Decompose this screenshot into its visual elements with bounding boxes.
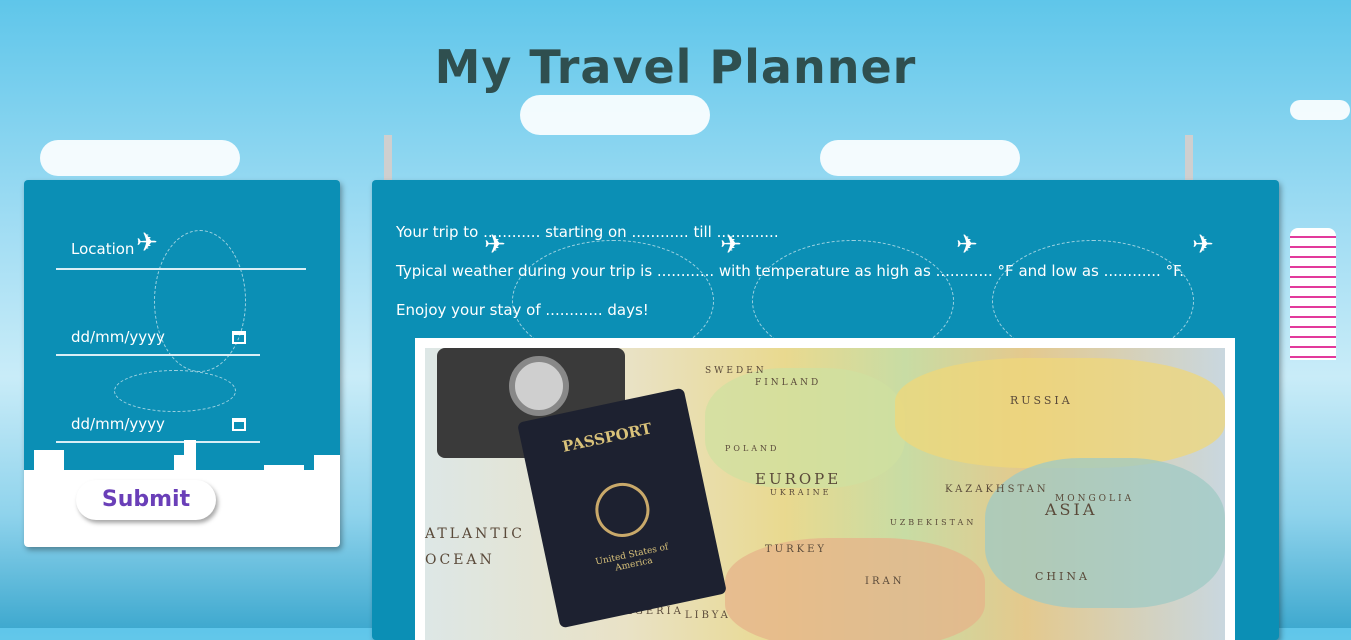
eiffel-tower-icon [1185, 135, 1193, 181]
map-label: LIBYA [685, 610, 731, 621]
start-date-placeholder: dd/mm/yyyy [71, 328, 165, 346]
passport-title: PASSPORT [560, 419, 654, 456]
location-placeholder: Location [71, 240, 135, 258]
calendar-icon[interactable] [232, 417, 246, 431]
map-label: UZBEKISTAN [890, 518, 977, 527]
map-label: SWEDEN [705, 366, 767, 376]
weather-summary-line: Typical weather during your trip is ....… [396, 262, 1185, 280]
map-label: CHINA [1035, 570, 1090, 583]
world-map-image: FINLAND SWEDEN EUROPE RUSSIA KAZAKHSTAN … [425, 348, 1225, 640]
map-label: EUROPE [755, 470, 842, 488]
location-input[interactable]: Location [56, 238, 306, 270]
map-label: IRAN [865, 576, 905, 587]
map-label: FINLAND [755, 378, 822, 388]
stay-summary-line: Enojoy your stay of ............ days! [396, 301, 649, 319]
end-date-placeholder: dd/mm/yyyy [71, 415, 165, 433]
passport-image: PASSPORT United States of America [517, 387, 727, 629]
submit-button[interactable]: Submit [76, 480, 216, 520]
map-label: ATLANTIC [425, 526, 525, 542]
map-label: POLAND [725, 444, 780, 453]
camera-lens [509, 356, 569, 416]
trip-summary-line: Your trip to ............ starting on ..… [396, 223, 779, 241]
trip-summary-panel: ✈ ✈ ✈ ✈ Your trip to ............ starti… [372, 180, 1279, 640]
trip-form-panel: ✈ Location dd/mm/yyyy dd/mm/yyyy Submit [24, 180, 340, 547]
end-date-input[interactable]: dd/mm/yyyy [56, 407, 260, 443]
map-label: UKRAINE [770, 488, 832, 497]
map-label: OCEAN [425, 552, 495, 568]
map-label: TURKEY [765, 544, 827, 555]
eagle-seal-icon [590, 477, 655, 542]
cloud [1290, 100, 1350, 120]
cloud [520, 95, 710, 135]
map-label: MONGOLIA [1055, 494, 1135, 504]
start-date-input[interactable]: dd/mm/yyyy [56, 320, 260, 356]
airplane-icon: ✈ [956, 230, 978, 260]
map-label: KAZAKHSTAN [945, 484, 1049, 495]
cloud [40, 140, 240, 176]
flight-path [114, 370, 236, 412]
calendar-icon[interactable] [232, 330, 246, 344]
airplane-icon: ✈ [1192, 230, 1214, 260]
leaning-tower-icon [1290, 228, 1336, 360]
passport-country: United States of America [594, 542, 670, 574]
cloud [820, 140, 1020, 176]
eiffel-tower-icon [384, 135, 392, 181]
travel-photo: FINLAND SWEDEN EUROPE RUSSIA KAZAKHSTAN … [415, 338, 1235, 640]
page-title: My Travel Planner [434, 40, 917, 94]
map-label: RUSSIA [1010, 394, 1073, 407]
